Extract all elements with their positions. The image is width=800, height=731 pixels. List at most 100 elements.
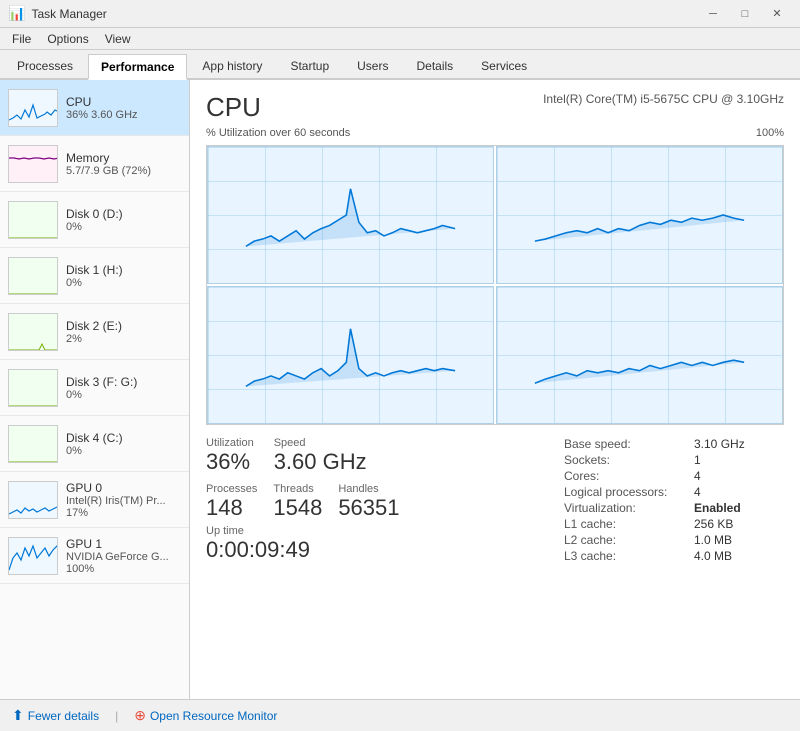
fewer-details-link[interactable]: ⬆ Fewer details [12,707,99,724]
tab-services[interactable]: Services [468,52,540,78]
tab-users[interactable]: Users [344,52,401,78]
disk3-name: Disk 3 (F: G:) [66,375,181,389]
fewer-icon: ⬆ [12,707,24,724]
gpu0-sub1: Intel(R) Iris(TM) Pr... [66,495,181,507]
cores-value: 4 [694,469,784,483]
base-speed-value: 3.10 GHz [694,437,784,451]
gpu1-sub1: NVIDIA GeForce G... [66,551,181,563]
logical-value: 4 [694,485,784,499]
graph-tr-svg [497,147,782,283]
cpu-thumb [8,89,58,127]
mem-info: Memory 5.7/7.9 GB (72%) [66,151,181,177]
minimize-button[interactable]: ─ [698,3,728,25]
mem-thumb [8,145,58,183]
disk2-info: Disk 2 (E:) 2% [66,319,181,345]
menu-view[interactable]: View [97,30,139,48]
sockets-label: Sockets: [564,453,694,467]
sidebar-item-disk3[interactable]: Disk 3 (F: G:) 0% [0,360,189,416]
uptime-block: Up time 0:00:09:49 [206,525,564,563]
disk1-info: Disk 1 (H:) 0% [66,263,181,289]
disk3-sparkline [9,370,58,407]
cpu-graph-tr [496,146,783,284]
l1-label: L1 cache: [564,517,694,531]
sidebar-item-disk1[interactable]: Disk 1 (H:) 0% [0,248,189,304]
disk3-sub: 0% [66,389,181,401]
gpu0-thumb [8,481,58,519]
disk0-sub: 0% [66,221,181,233]
tab-processes[interactable]: Processes [4,52,86,78]
cpu-sub: 36% 3.60 GHz [66,109,181,121]
disk4-sub: 0% [66,445,181,457]
gpu1-thumb [8,537,58,575]
cores-label: Cores: [564,469,694,483]
main-content: CPU 36% 3.60 GHz Memory 5.7/7.9 GB (72%) [0,80,800,699]
cpu-sparkline [9,90,58,127]
cpu-panel-title: CPU [206,92,261,123]
disk1-sparkline [9,258,58,295]
sidebar-item-memory[interactable]: Memory 5.7/7.9 GB (72%) [0,136,189,192]
cpu-graph-tl [207,146,494,284]
sidebar-item-disk0[interactable]: Disk 0 (D:) 0% [0,192,189,248]
cpu-name: CPU [66,95,181,109]
tab-details[interactable]: Details [403,52,466,78]
sockets-value: 1 [694,453,784,467]
gpu0-info: GPU 0 Intel(R) Iris(TM) Pr... 17% [66,481,181,519]
handles-value: 56351 [338,495,399,521]
sidebar-item-disk4[interactable]: Disk 4 (C:) 0% [0,416,189,472]
l2-label: L2 cache: [564,533,694,547]
app-title: Task Manager [31,7,106,21]
sidebar-item-gpu0[interactable]: GPU 0 Intel(R) Iris(TM) Pr... 17% [0,472,189,528]
stats-row: Utilization 36% Speed 3.60 GHz Processes… [206,437,784,563]
graph-br-svg [497,287,782,423]
cpu-graph-br [496,286,783,424]
title-bar: 📊 Task Manager ─ □ ✕ [0,0,800,28]
cpu-header: CPU Intel(R) Core(TM) i5-5675C CPU @ 3.1… [206,92,784,123]
cpu-graph-bl [207,286,494,424]
tab-bar: Processes Performance App history Startu… [0,50,800,80]
processes-label: Processes [206,483,257,495]
menu-file[interactable]: File [4,30,39,48]
resource-monitor-link[interactable]: ⊕ Open Resource Monitor [134,707,277,724]
tab-app-history[interactable]: App history [189,52,275,78]
app-icon: 📊 [8,5,25,22]
tab-startup[interactable]: Startup [277,52,342,78]
l1-value: 256 KB [694,517,784,531]
gpu1-info: GPU 1 NVIDIA GeForce G... 100% [66,537,181,575]
threads-value: 1548 [273,495,322,521]
disk4-info: Disk 4 (C:) 0% [66,431,181,457]
disk1-sub: 0% [66,277,181,289]
separator: | [115,709,118,723]
processes-value: 148 [206,495,257,521]
window-controls: ─ □ ✕ [698,3,792,25]
uptime-label: Up time [206,525,564,537]
monitor-icon: ⊕ [134,707,146,724]
tab-performance[interactable]: Performance [88,54,187,80]
right-panel: CPU Intel(R) Core(TM) i5-5675C CPU @ 3.1… [190,80,800,699]
sidebar-item-cpu[interactable]: CPU 36% 3.60 GHz [0,80,189,136]
speed-block: Speed 3.60 GHz [274,437,367,475]
maximize-button[interactable]: □ [730,3,760,25]
utilization-value: 36% [206,449,254,475]
sidebar-item-gpu1[interactable]: GPU 1 NVIDIA GeForce G... 100% [0,528,189,584]
graph-label-right: 100% [756,127,784,143]
sidebar-item-disk2[interactable]: Disk 2 (E:) 2% [0,304,189,360]
gpu1-name: GPU 1 [66,537,181,551]
right-stats-grid: Base speed: 3.10 GHz Sockets: 1 Cores: 4… [564,437,784,563]
l3-label: L3 cache: [564,549,694,563]
graph-label: % Utilization over 60 seconds [206,127,350,139]
bottom-bar: ⬆ Fewer details | ⊕ Open Resource Monito… [0,699,800,731]
disk0-sparkline [9,202,58,239]
monitor-label: Open Resource Monitor [150,709,277,723]
disk1-name: Disk 1 (H:) [66,263,181,277]
l2-value: 1.0 MB [694,533,784,547]
mem-sparkline [9,146,58,183]
virt-label: Virtualization: [564,501,694,515]
disk4-name: Disk 4 (C:) [66,431,181,445]
disk0-info: Disk 0 (D:) 0% [66,207,181,233]
cpu-graphs [206,145,784,425]
menu-options[interactable]: Options [39,30,96,48]
sidebar: CPU 36% 3.60 GHz Memory 5.7/7.9 GB (72%) [0,80,190,699]
disk2-sub: 2% [66,333,181,345]
close-button[interactable]: ✕ [762,3,792,25]
disk0-thumb [8,201,58,239]
